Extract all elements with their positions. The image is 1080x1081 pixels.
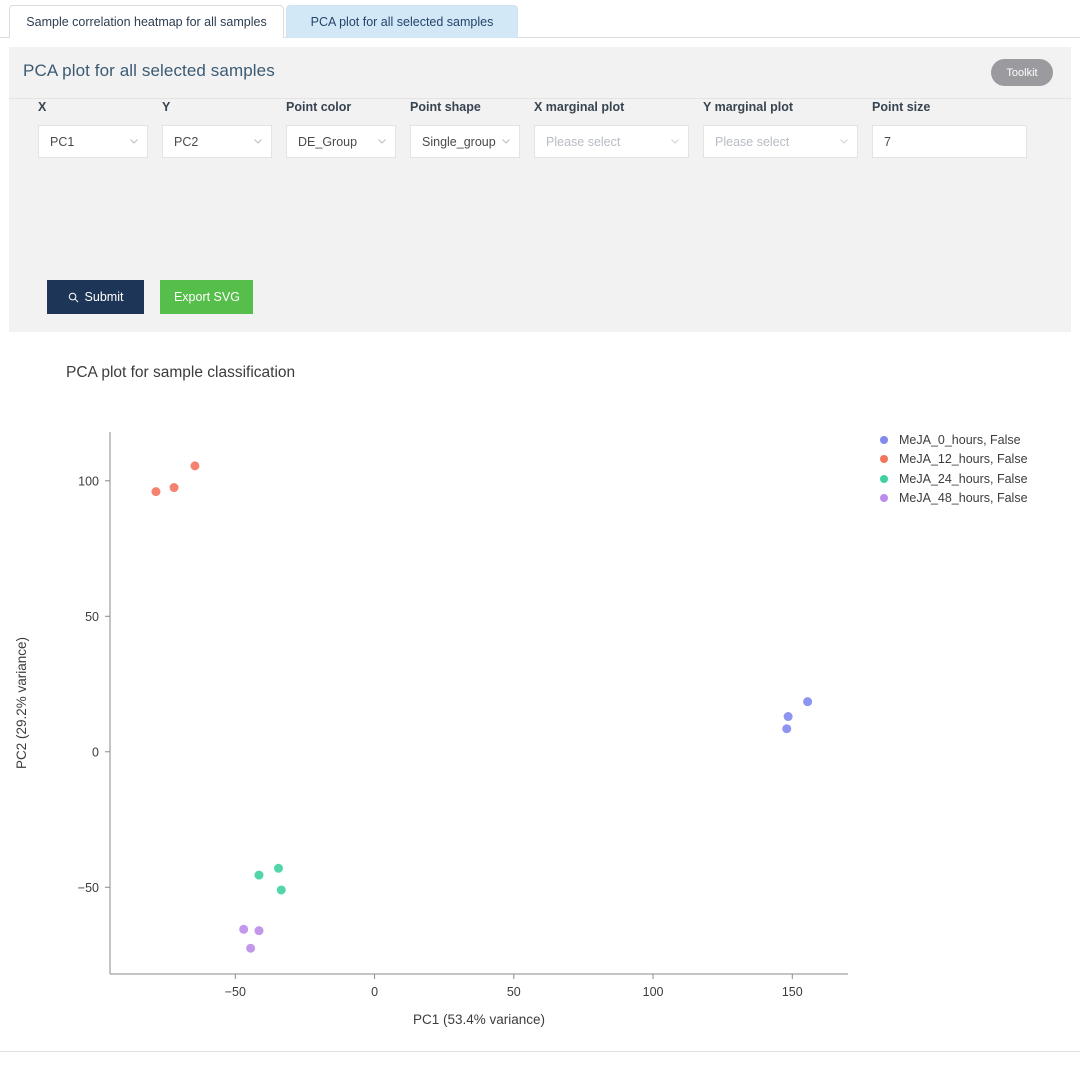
y-axis-label: PC2 (29.2% variance) [14, 637, 29, 769]
data-point[interactable] [254, 870, 264, 880]
legend-label: MeJA_12_hours, False [899, 452, 1028, 467]
field-point-shape: Point shape Single_group [410, 100, 520, 158]
chevron-down-icon [130, 138, 138, 144]
y-marginal-plot-select-value: Please select [715, 134, 790, 149]
form-controls-row: X PC1 Y PC2 Point color DE_Group Point s… [9, 100, 1071, 220]
chevron-down-icon [254, 138, 262, 144]
y-select[interactable]: PC2 [162, 125, 272, 158]
field-x: X PC1 [38, 100, 148, 158]
search-icon [68, 292, 79, 303]
panel-header: PCA plot for all selected samples Toolki… [9, 47, 1071, 99]
x-tick-label: 100 [643, 985, 664, 999]
legend-item[interactable]: MeJA_12_hours, False [880, 450, 1028, 470]
point-size-input[interactable]: 7 [872, 125, 1027, 158]
field-label-point-shape: Point shape [410, 100, 481, 114]
tab-label: PCA plot for all selected samples [310, 15, 494, 29]
chevron-down-icon [378, 138, 386, 144]
field-label-point-color: Point color [286, 100, 352, 114]
field-y-marginal-plot: Y marginal plot Please select [703, 100, 858, 158]
x-tick-label: −50 [225, 985, 246, 999]
field-label-point-size: Point size [872, 100, 931, 114]
y-tick-label: 0 [92, 745, 99, 759]
action-button-row: Submit Export SVG [47, 280, 254, 314]
data-point[interactable] [803, 697, 813, 707]
field-label-x-marginal-plot: X marginal plot [534, 100, 625, 114]
x-tick-label: 50 [507, 985, 521, 999]
field-y: Y PC2 [162, 100, 272, 158]
chevron-down-icon [671, 138, 679, 144]
tab-bar: Sample correlation heatmap for all sampl… [0, 0, 1080, 38]
x-axis-label: PC1 (53.4% variance) [413, 1012, 545, 1027]
field-label-x: X [38, 100, 47, 114]
x-marginal-plot-select-value: Please select [546, 134, 621, 149]
legend-label: MeJA_0_hours, False [899, 432, 1021, 447]
point-shape-select[interactable]: Single_group [410, 125, 520, 158]
pca-chart-area: PCA plot for sample classification −50 0 5… [0, 332, 1080, 1052]
x-marginal-plot-select[interactable]: Please select [534, 125, 689, 158]
tab-pca-plot[interactable]: PCA plot for all selected samples [286, 5, 518, 38]
legend-item[interactable]: MeJA_24_hours, False [880, 469, 1028, 489]
data-point[interactable] [190, 461, 200, 471]
data-point[interactable] [783, 712, 793, 722]
legend-label: MeJA_48_hours, False [899, 491, 1028, 506]
y-tick-label: −50 [78, 881, 99, 895]
point-color-select-value: DE_Group [298, 134, 358, 149]
data-point[interactable] [273, 863, 283, 873]
point-color-select[interactable]: DE_Group [286, 125, 396, 158]
field-label-y: Y [162, 100, 171, 114]
point-size-input-value: 7 [884, 134, 891, 149]
legend-color-swatch [880, 435, 888, 444]
field-label-y-marginal-plot: Y marginal plot [703, 100, 794, 114]
point-shape-select-value: Single_group [422, 134, 496, 149]
x-select[interactable]: PC1 [38, 125, 148, 158]
data-point[interactable] [169, 483, 179, 493]
data-point[interactable] [151, 487, 161, 497]
y-tick-label: 100 [78, 474, 99, 488]
chart-legend: MeJA_0_hours, False MeJA_12_hours, False M… [880, 430, 1028, 508]
data-point[interactable] [782, 724, 792, 734]
field-point-color: Point color DE_Group [286, 100, 396, 158]
chevron-down-icon [840, 138, 848, 144]
legend-label: MeJA_24_hours, False [899, 471, 1028, 486]
data-point[interactable] [254, 926, 264, 936]
legend-color-swatch [880, 455, 888, 464]
x-select-value: PC1 [50, 134, 75, 149]
data-point[interactable] [276, 885, 286, 895]
submit-button-label: Submit [84, 290, 124, 304]
tab-sample-correlation-heatmap[interactable]: Sample correlation heatmap for all sampl… [9, 5, 284, 38]
field-x-marginal-plot: X marginal plot Please select [534, 100, 689, 158]
legend-color-swatch [880, 494, 888, 503]
toolkit-button[interactable]: Toolkit [991, 59, 1053, 86]
x-tick-label: 150 [782, 985, 803, 999]
page-title: PCA plot for all selected samples [23, 61, 275, 80]
legend-color-swatch [880, 474, 888, 483]
tab-label: Sample correlation heatmap for all sampl… [26, 15, 267, 29]
y-tick-label: 50 [85, 610, 99, 624]
data-point[interactable] [239, 924, 249, 934]
field-point-size: Point size 7 [872, 100, 1027, 158]
chevron-down-icon [502, 138, 510, 144]
legend-item[interactable]: MeJA_0_hours, False [880, 430, 1028, 450]
bottom-divider [0, 1051, 1080, 1052]
pca-plot-app: Sample correlation heatmap for all sampl… [0, 0, 1080, 1081]
submit-button[interactable]: Submit [47, 280, 144, 314]
export-svg-button[interactable]: Export SVG [160, 280, 254, 314]
y-select-value: PC2 [174, 134, 199, 149]
legend-item[interactable]: MeJA_48_hours, False [880, 489, 1028, 509]
y-marginal-plot-select[interactable]: Please select [703, 125, 858, 158]
data-point[interactable] [246, 943, 256, 953]
x-tick-label: 0 [371, 985, 378, 999]
pca-settings-panel: PCA plot for all selected samples Toolki… [9, 47, 1071, 332]
